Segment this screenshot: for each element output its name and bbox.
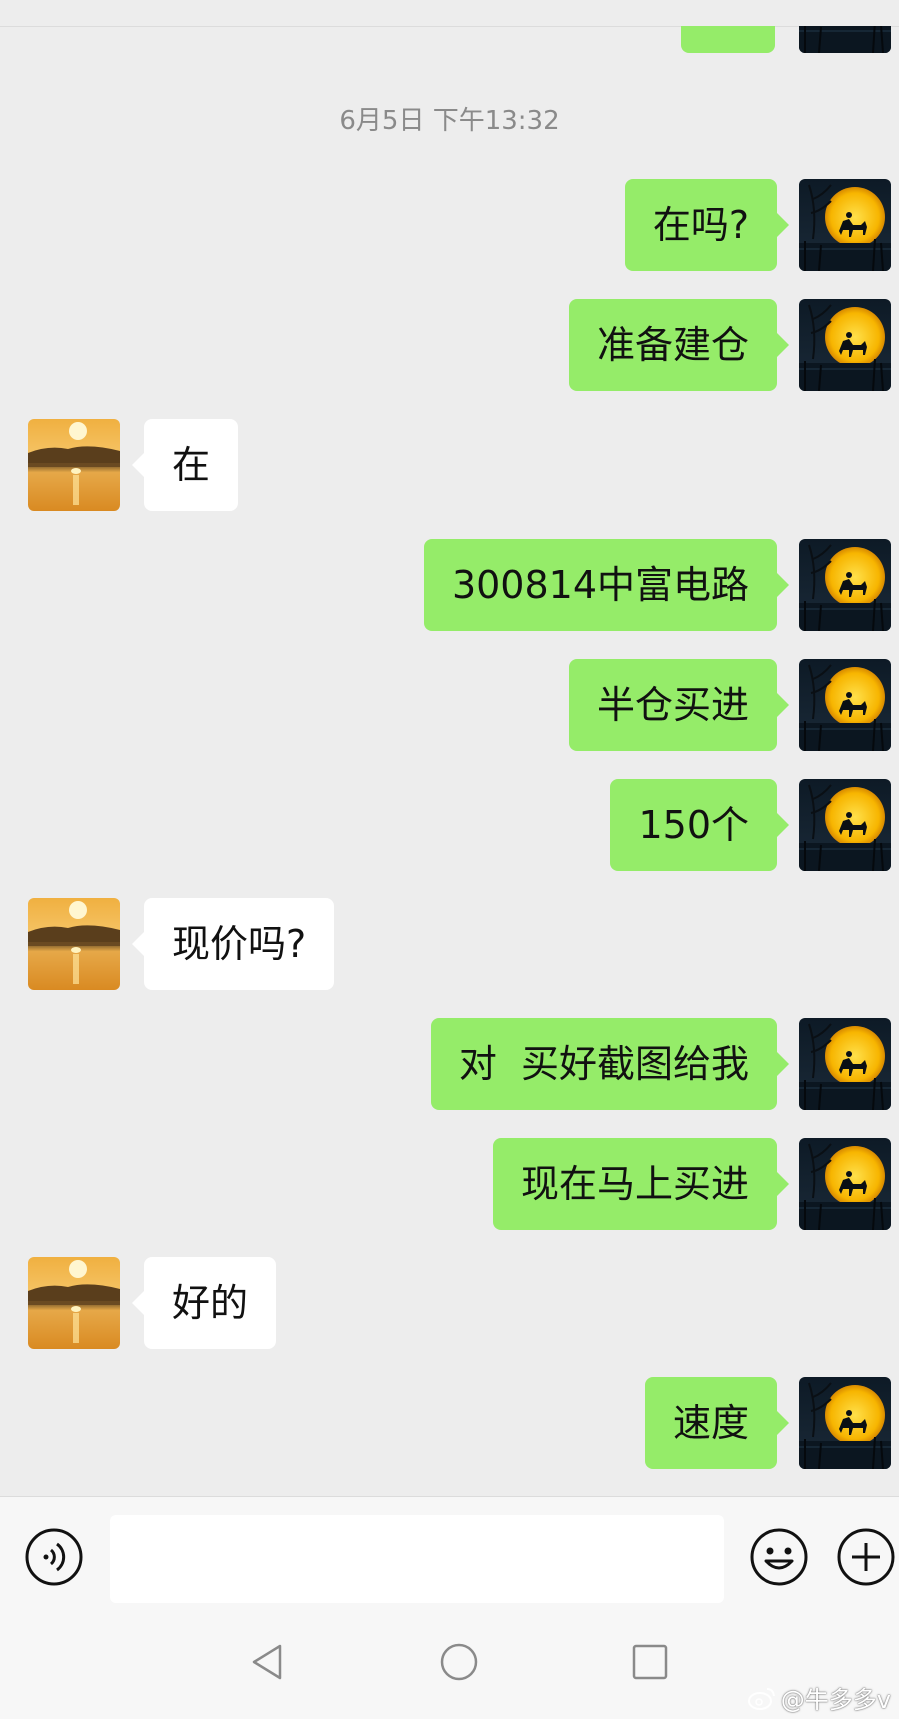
contact-avatar[interactable]: [28, 419, 120, 511]
moon-rider-avatar-image: [799, 539, 891, 631]
back-triangle-icon[interactable]: [248, 1642, 288, 1682]
message-text-input[interactable]: [110, 1515, 724, 1603]
wechat-chat-screen: 6月5日 下午13:32 在吗? 准备建仓 在 300814中富电路 半仓买进 …: [0, 0, 899, 1719]
moon-rider-avatar-image: [799, 1377, 891, 1469]
message-bubble[interactable]: 在: [131, 419, 239, 511]
message-row-sent: 300814中富电路: [423, 539, 891, 631]
watermark-text: @牛多多v: [780, 1686, 891, 1714]
message-row-received: 现价吗?: [28, 898, 335, 990]
moon-rider-avatar-image: [799, 1138, 891, 1230]
voice-icon[interactable]: [24, 1527, 84, 1587]
partial-self-avatar: [799, 26, 891, 53]
message-row-sent: 准备建仓: [568, 299, 891, 391]
chat-input-bar: [0, 1496, 899, 1604]
message-bubble[interactable]: 现在马上买进: [492, 1138, 790, 1230]
moon-rider-avatar-image: [799, 179, 891, 271]
message-row-sent: 半仓买进: [568, 659, 891, 751]
message-bubble[interactable]: 对 买好截图给我: [430, 1018, 790, 1110]
message-row-sent: 150个: [610, 779, 891, 871]
message-bubble[interactable]: 速度: [644, 1377, 790, 1469]
self-avatar[interactable]: [799, 1018, 891, 1110]
moon-rider-avatar-image: [799, 299, 891, 391]
sunset-avatar-image: [28, 898, 120, 990]
weibo-watermark: @牛多多v: [747, 1680, 891, 1715]
sunset-avatar-image: [28, 419, 120, 511]
sunset-avatar-image: [28, 1257, 120, 1349]
message-row-sent: 现在马上买进: [492, 1138, 891, 1230]
message-row-received: 好的: [28, 1257, 277, 1349]
chat-area[interactable]: 6月5日 下午13:32 在吗? 准备建仓 在 300814中富电路 半仓买进 …: [0, 0, 899, 1496]
message-row-sent: 对 买好截图给我: [430, 1018, 891, 1110]
home-circle-icon[interactable]: [439, 1642, 479, 1682]
message-bubble[interactable]: 在吗?: [624, 179, 790, 271]
self-avatar[interactable]: [799, 1377, 891, 1469]
message-timestamp: 6月5日 下午13:32: [339, 106, 560, 136]
system-navigation-bar: @牛多多v: [0, 1604, 899, 1719]
emoji-icon[interactable]: [749, 1527, 809, 1587]
self-avatar[interactable]: [799, 179, 891, 271]
message-bubble[interactable]: 300814中富电路: [423, 539, 790, 631]
recent-square-icon[interactable]: [630, 1642, 670, 1682]
message-bubble[interactable]: 半仓买进: [568, 659, 790, 751]
moon-rider-avatar-image: [799, 659, 891, 751]
self-avatar[interactable]: [799, 779, 891, 871]
message-bubble[interactable]: 现价吗?: [131, 898, 335, 990]
moon-rider-avatar-image: [799, 779, 891, 871]
self-avatar[interactable]: [799, 539, 891, 631]
contact-avatar[interactable]: [28, 1257, 120, 1349]
plus-icon[interactable]: [836, 1527, 896, 1587]
self-avatar[interactable]: [799, 1138, 891, 1230]
self-avatar[interactable]: [799, 299, 891, 391]
message-bubble[interactable]: 好的: [131, 1257, 277, 1349]
message-row-sent: 在吗?: [624, 179, 891, 271]
moon-rider-avatar-image: [799, 1018, 891, 1110]
message-bubble[interactable]: 准备建仓: [568, 299, 790, 391]
message-row-received: 在: [28, 419, 239, 511]
weibo-logo-icon: [747, 1685, 777, 1711]
message-row-sent: 速度: [644, 1377, 891, 1469]
message-bubble[interactable]: 150个: [610, 779, 789, 871]
partial-sent-bubble: [681, 26, 775, 53]
self-avatar[interactable]: [799, 659, 891, 751]
contact-avatar[interactable]: [28, 898, 120, 990]
